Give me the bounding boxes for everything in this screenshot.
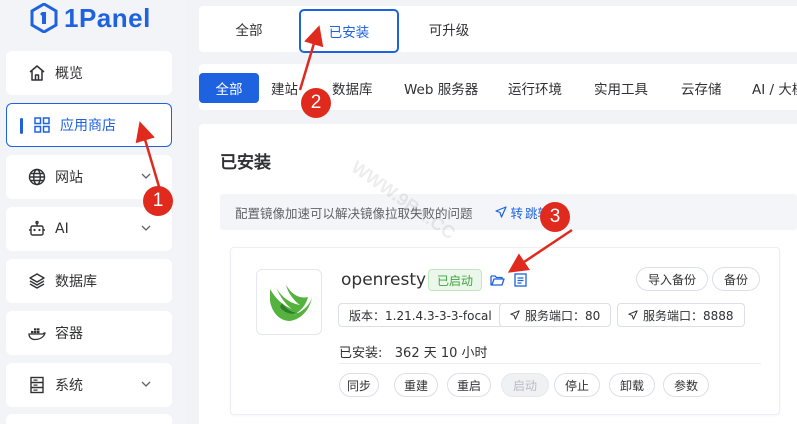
sidebar-item-system[interactable]: 系统 — [6, 363, 172, 407]
sidebar-item-label: 容器 — [55, 326, 83, 342]
import-backup-button[interactable]: 导入备份 — [636, 267, 708, 291]
category-bar: 全部 建站 数据库 Web 服务器 运行环境 实用工具 云存储 AI / 大模 — [199, 64, 797, 110]
openresty-logo — [256, 269, 322, 335]
chevron-down-icon — [141, 173, 151, 179]
sidebar-item-label: 概览 — [55, 66, 83, 82]
port-label: 服务端口：80 — [525, 308, 601, 323]
folder-icon[interactable] — [490, 273, 505, 287]
top-tabs: 全部 已安装 可升级 — [199, 6, 797, 53]
chevron-down-icon — [141, 381, 151, 387]
port-tag-8888[interactable]: 服务端口：8888 — [617, 303, 745, 327]
logo-icon — [30, 3, 58, 33]
sidebar-item-container[interactable]: 容器 — [6, 311, 172, 355]
category-site-building[interactable]: 建站 — [271, 73, 298, 103]
params-button[interactable]: 参数 — [663, 373, 709, 397]
backup-button[interactable]: 备份 — [712, 267, 760, 291]
rebuild-button[interactable]: 重建 — [394, 373, 438, 397]
category-cloud-storage[interactable]: 云存储 — [681, 73, 722, 103]
uninstall-button[interactable]: 卸载 — [609, 373, 655, 397]
sync-button[interactable]: 同步 — [339, 373, 379, 397]
send-icon — [494, 206, 507, 218]
tab-all[interactable]: 全部 — [199, 6, 299, 52]
start-button[interactable]: 启动 — [501, 373, 549, 397]
app-name: openresty — [341, 270, 427, 290]
app-card-openresty: openresty 已启动 导入备份 备份 版本：1.21.4.3-3-3-fo… — [230, 247, 780, 415]
server-icon — [28, 376, 46, 394]
sidebar-item-label: 应用商店 — [60, 118, 116, 134]
annotation-badge-1: 1 — [143, 186, 173, 216]
stop-button[interactable]: 停止 — [554, 373, 600, 397]
category-database[interactable]: 数据库 — [332, 73, 373, 103]
category-ai[interactable]: AI / 大模 — [752, 73, 797, 103]
category-all[interactable]: 全部 — [199, 73, 259, 103]
openresty-bird-icon — [270, 285, 312, 321]
panel-title: 已安装 — [220, 153, 271, 173]
app-logo[interactable]: 1Panel — [30, 2, 151, 34]
docker-icon — [28, 324, 46, 342]
port-label: 服务端口：8888 — [643, 308, 734, 323]
category-web-server[interactable]: Web 服务器 — [404, 73, 478, 103]
send-icon — [628, 310, 638, 320]
restart-button[interactable]: 重启 — [447, 373, 491, 397]
layers-icon — [28, 272, 46, 290]
sidebar-item-label: AI — [55, 221, 69, 237]
app-title: 1Panel — [64, 2, 151, 33]
sidebar-item-label: 网站 — [55, 170, 83, 186]
installed-panel: 已安装 配置镜像加速可以解决镜像拉取失败的问题 转跳转 openresty 已启… — [199, 124, 797, 424]
home-icon — [28, 64, 46, 82]
send-icon — [510, 310, 520, 320]
chevron-down-icon — [141, 225, 151, 231]
sidebar-item-label: 系统 — [55, 378, 83, 394]
version-tag: 版本：1.21.4.3-3-3-focal — [338, 303, 503, 327]
sidebar-item-ai[interactable]: AI — [6, 207, 172, 251]
tab-upgradable[interactable]: 可升级 — [399, 6, 499, 52]
document-icon[interactable] — [514, 273, 527, 287]
card-divider — [339, 363, 761, 364]
main-content: 全部 已安装 可升级 全部 建站 数据库 Web 服务器 运行环境 实用工具 云… — [186, 0, 797, 424]
jump-link-prefix: 转 — [510, 205, 524, 221]
robot-icon — [28, 220, 46, 238]
annotation-badge-3: 3 — [540, 202, 570, 232]
category-runtime[interactable]: 运行环境 — [508, 73, 562, 103]
sidebar-item-more[interactable] — [6, 414, 172, 424]
annotation-badge-2: 2 — [301, 88, 331, 118]
sidebar-item-database[interactable]: 数据库 — [6, 259, 172, 303]
tab-installed[interactable]: 已安装 — [299, 9, 399, 53]
installed-duration: 已安装: 362 天 10 小时 — [339, 346, 488, 361]
port-tag-80[interactable]: 服务端口：80 — [499, 303, 612, 327]
globe-icon — [28, 168, 46, 186]
grid-icon — [33, 116, 51, 134]
sidebar-item-label: 数据库 — [55, 274, 97, 290]
active-indicator — [20, 118, 23, 134]
category-tools[interactable]: 实用工具 — [594, 73, 648, 103]
mirror-notice: 配置镜像加速可以解决镜像拉取失败的问题 转跳转 — [220, 194, 797, 230]
sidebar-item-app-store[interactable]: 应用商店 — [6, 103, 172, 147]
notice-text: 配置镜像加速可以解决镜像拉取失败的问题 — [235, 205, 473, 221]
status-badge: 已启动 — [428, 269, 483, 291]
sidebar-item-overview[interactable]: 概览 — [6, 51, 172, 95]
